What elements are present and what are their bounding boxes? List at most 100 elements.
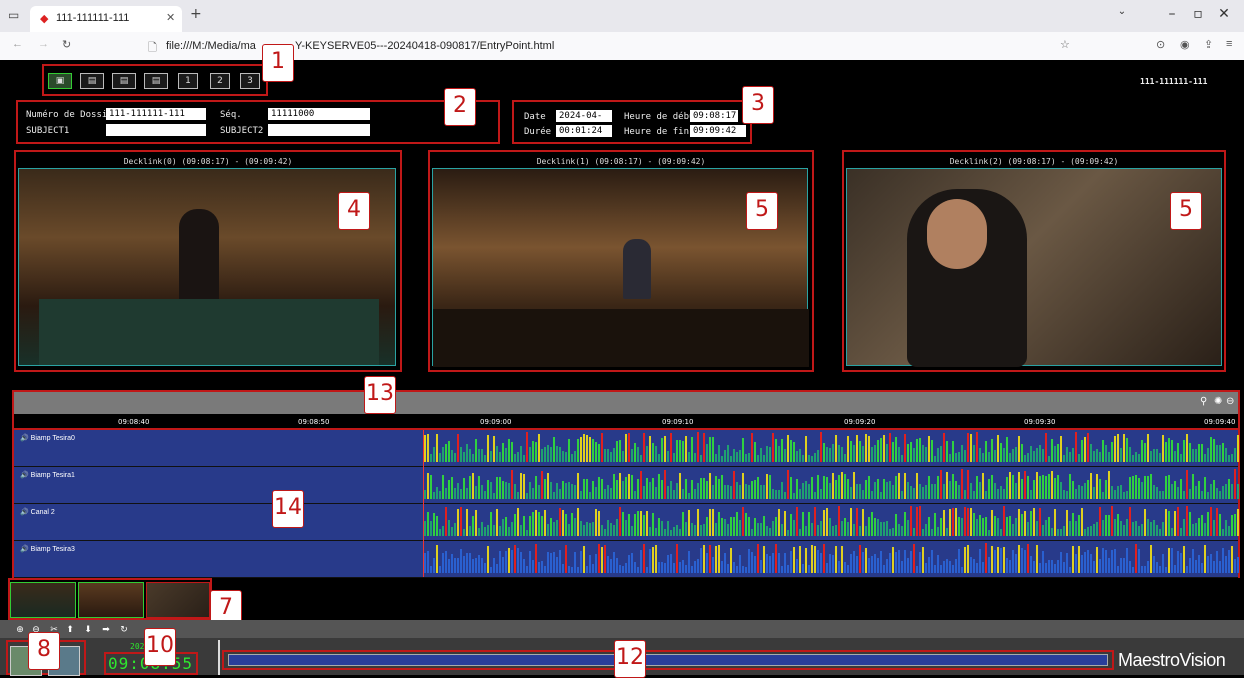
- waveform-bar: [907, 482, 909, 499]
- waveform-bar: [502, 557, 504, 573]
- waveform-bar: [484, 455, 486, 462]
- forward-icon[interactable]: →: [38, 38, 49, 50]
- layout-1-2-button[interactable]: ▤: [80, 73, 104, 89]
- video-feed-2[interactable]: [846, 168, 1222, 367]
- close-window-icon[interactable]: ✕: [1212, 6, 1236, 22]
- waveform-bar: [742, 473, 744, 499]
- thumbnail-2[interactable]: [146, 582, 210, 618]
- numero-field[interactable]: 111-111111-111: [106, 108, 206, 120]
- waveform-bar: [1216, 508, 1218, 536]
- waveform-bar: [532, 441, 534, 462]
- waveform-bar: [1234, 559, 1236, 573]
- waveform-bar: [778, 446, 780, 462]
- browser-tab[interactable]: ◆ 111-111111-111 ✕: [30, 6, 182, 32]
- timeline-ruler-bar[interactable]: ⚲ ✺ ⊖: [14, 392, 1238, 414]
- seq-field[interactable]: 11111000: [268, 108, 370, 120]
- waveform-bar: [1174, 511, 1176, 536]
- waveform-bar: [991, 510, 993, 536]
- waveform-bar: [517, 492, 519, 499]
- arrow-right-icon[interactable]: ➡: [100, 625, 112, 637]
- menu-icon[interactable]: ≡: [1226, 38, 1232, 50]
- waveform-bar: [898, 473, 900, 499]
- arrow-up-icon[interactable]: ⬆: [64, 625, 76, 637]
- audio-track-1[interactable]: 🔊 Biamp Tesira1: [14, 467, 1239, 504]
- waveform-bar: [424, 490, 426, 499]
- waveform-bar: [991, 439, 993, 462]
- scrub-bar[interactable]: [228, 654, 1108, 666]
- bench-shape: [433, 309, 809, 367]
- thumbnail-1[interactable]: [78, 582, 144, 618]
- fin-field[interactable]: 09:09:42: [690, 125, 746, 137]
- waveform-bar: [607, 556, 609, 573]
- waveform-bar: [565, 514, 567, 536]
- waveform-bar: [814, 546, 816, 573]
- debut-field[interactable]: 09:08:17: [690, 110, 738, 122]
- account-icon[interactable]: ◉: [1180, 38, 1190, 51]
- waveform-bar: [1237, 435, 1239, 462]
- audio-track-2[interactable]: 🔊 Canal 2: [14, 504, 1239, 541]
- minus-icon[interactable]: ⊖: [1226, 396, 1234, 407]
- waveform-bar: [1039, 508, 1041, 536]
- waveform-bar: [439, 491, 441, 499]
- pocket-icon[interactable]: ⊙: [1156, 38, 1165, 51]
- speaker-icon[interactable]: 🔊: [20, 472, 29, 479]
- waveform-bar: [898, 524, 900, 536]
- waveform-bar: [928, 476, 930, 499]
- waveform-bar: [856, 508, 858, 536]
- brand-logo: MaestroVision: [1118, 650, 1226, 670]
- back-icon[interactable]: ←: [12, 38, 23, 50]
- waveform-bar: [1225, 484, 1227, 499]
- zoom-icon[interactable]: ⚲: [1200, 396, 1207, 407]
- waveform-bar: [541, 449, 543, 462]
- waveform-bar: [946, 472, 948, 499]
- waveform-bar: [958, 485, 960, 499]
- playhead[interactable]: [423, 430, 424, 577]
- new-tab-button[interactable]: +: [190, 6, 202, 22]
- thumbnail-0[interactable]: [10, 582, 76, 618]
- waveform-bar: [787, 435, 789, 462]
- speaker-icon[interactable]: 🔊: [20, 546, 29, 553]
- waveform-bar: [478, 528, 480, 536]
- waveform-bar: [463, 556, 465, 573]
- url-text-tail[interactable]: Y-KEYSERVE05---20240418-090817/EntryPoin…: [295, 40, 554, 52]
- date-field[interactable]: 2024-04-18: [556, 110, 612, 133]
- waveform-bar: [634, 491, 636, 499]
- arrow-down-icon[interactable]: ⬇: [82, 625, 94, 637]
- waveform-bar: [718, 445, 720, 462]
- layout-2-2-button[interactable]: ▤: [112, 73, 136, 89]
- minimize-icon[interactable]: –: [1160, 6, 1184, 22]
- bookmark-star-icon[interactable]: ☆: [1060, 38, 1070, 51]
- speaker-icon[interactable]: 🔊: [20, 435, 29, 442]
- refresh-icon[interactable]: ↻: [118, 625, 130, 637]
- audio-track-3[interactable]: 🔊 Biamp Tesira3: [14, 541, 1239, 578]
- layout-single-3-button[interactable]: 3: [240, 73, 260, 89]
- duree-field[interactable]: 00:01:24: [556, 125, 612, 137]
- url-text[interactable]: file:///M:/Media/ma: [166, 40, 256, 52]
- audio-track-0[interactable]: 🔊 Biamp Tesira0: [14, 430, 1239, 467]
- tab-close-icon[interactable]: ✕: [166, 11, 175, 24]
- subject1-field[interactable]: [106, 124, 206, 136]
- waveform-bar: [757, 544, 759, 573]
- tabs-dropdown-icon[interactable]: ⌄: [1110, 6, 1134, 17]
- speaker-icon[interactable]: 🔊: [20, 509, 29, 516]
- maximize-icon[interactable]: ▫: [1186, 6, 1210, 22]
- layout-3-2-button[interactable]: ▤: [144, 73, 168, 89]
- waveform-bar: [721, 518, 723, 536]
- reload-icon[interactable]: ↻: [62, 38, 71, 51]
- extensions-icon[interactable]: ⇪: [1204, 38, 1213, 51]
- tab-list-icon[interactable]: ▭: [8, 8, 19, 22]
- waveform-bar: [664, 436, 666, 462]
- waveform-bar: [448, 559, 450, 573]
- zoom-in-icon[interactable]: ⊕: [14, 625, 26, 637]
- layout-single-1-button[interactable]: 1: [178, 73, 198, 89]
- subject2-field[interactable]: [268, 124, 370, 136]
- waveform-bar: [838, 475, 840, 499]
- waveform-bar: [625, 434, 627, 462]
- layout-single-2-button[interactable]: 2: [210, 73, 230, 89]
- layout-grid-button[interactable]: ▣: [48, 73, 72, 89]
- waveform-bar: [436, 545, 438, 573]
- settings-icon[interactable]: ✺: [1214, 396, 1222, 407]
- waveform-bar: [640, 471, 642, 499]
- callout-4: 4: [338, 192, 370, 230]
- scrub-start-marker[interactable]: [218, 640, 220, 675]
